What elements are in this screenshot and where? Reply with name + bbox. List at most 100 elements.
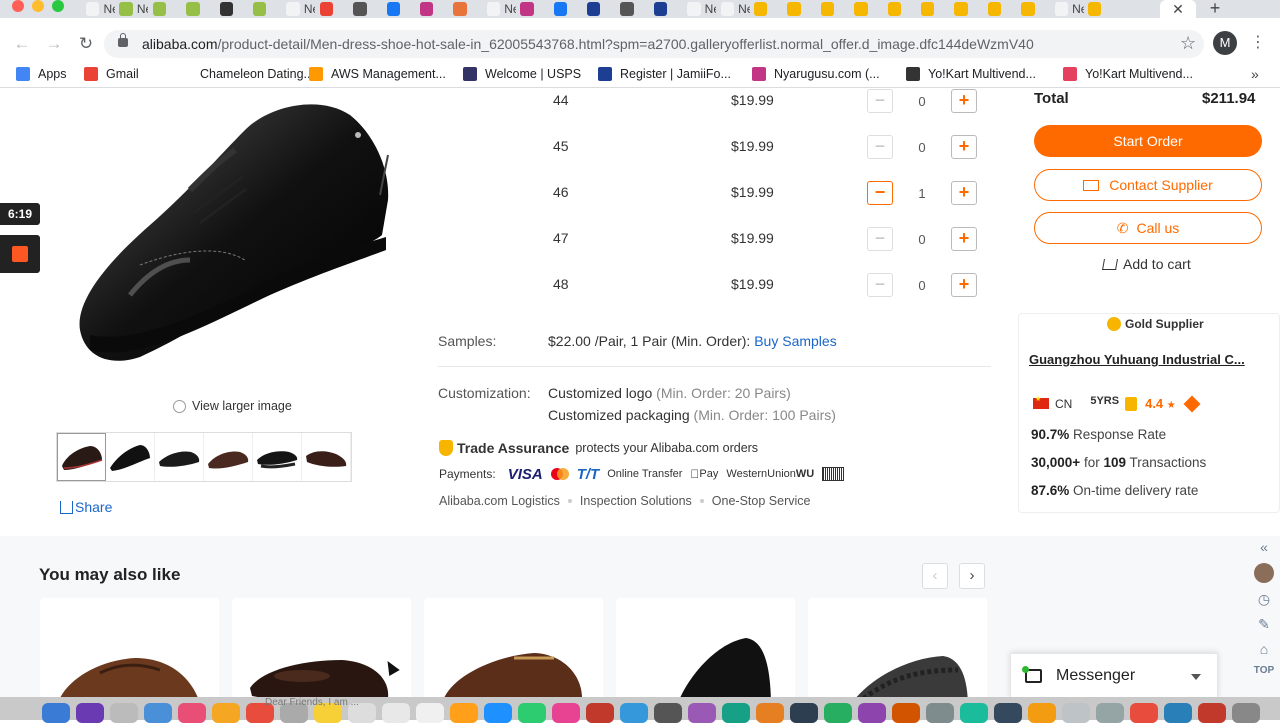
browser-tab[interactable] [383,0,416,18]
prev-arrow-icon[interactable]: ‹ [922,563,948,589]
dock-app-icon[interactable] [654,703,682,723]
bookmark-star-icon[interactable]: ☆ [1180,33,1196,54]
close-tab-icon[interactable]: ✕ [1172,1,1184,18]
increment-button[interactable]: + [951,135,977,159]
quantity-input[interactable]: 0 [893,278,951,293]
quantity-input[interactable]: 1 [893,186,951,201]
view-larger-image-link[interactable]: View larger image [173,399,292,413]
buy-samples-link[interactable]: Buy Samples [754,333,836,349]
browser-tab[interactable] [817,0,850,18]
history-icon[interactable]: ◷ [1258,591,1270,608]
bookmark-item[interactable]: Nyarugusu.com (... [752,67,880,81]
decrement-button[interactable]: − [867,89,893,113]
dock-app-icon[interactable] [892,703,920,723]
dock-app-icon[interactable] [1096,703,1124,723]
dock-app-icon[interactable] [110,703,138,723]
browser-tab[interactable] [750,0,783,18]
browser-tab[interactable] [984,0,1017,18]
dock-app-icon[interactable] [1164,703,1192,723]
browser-tab[interactable]: New [1051,0,1084,18]
address-bar[interactable]: alibaba.com/product-detail/Men-dress-sho… [104,30,1204,58]
browser-tab[interactable] [516,0,549,18]
dock-app-icon[interactable] [144,703,172,723]
browser-tab[interactable]: New [115,0,148,18]
dock-app-icon[interactable] [688,703,716,723]
browser-tab[interactable] [1017,0,1050,18]
decrement-button[interactable]: − [867,135,893,159]
cart-rail-icon[interactable]: ⌂ [1260,641,1268,657]
forward-icon[interactable]: → [44,34,64,54]
service-link[interactable]: Inspection Solutions [580,494,692,508]
bookmark-item[interactable]: Yo!Kart Multivend... [1063,67,1193,81]
recommended-product-card[interactable] [808,598,987,697]
back-to-top[interactable]: TOP [1254,665,1274,676]
dock-app-icon[interactable] [1198,703,1226,723]
bookmark-item[interactable]: Yo!Kart Multivend... [906,67,1036,81]
decrement-button[interactable]: − [867,227,893,251]
dock-app-icon[interactable] [76,703,104,723]
dock-app-icon[interactable] [926,703,954,723]
browser-tab[interactable] [316,0,349,18]
dock-app-icon[interactable] [178,703,206,723]
quantity-input[interactable]: 0 [893,94,951,109]
dock-app-icon[interactable] [382,703,410,723]
stop-recording-button[interactable] [0,235,40,273]
thumbnail[interactable] [57,433,106,481]
thumbnail[interactable] [302,433,351,481]
browser-tab[interactable] [249,0,282,18]
dock-app-icon[interactable] [1028,703,1056,723]
bookmark-item[interactable]: Welcome | USPS [463,67,581,81]
dock-app-icon[interactable] [518,703,546,723]
maximize-window-icon[interactable] [52,0,64,12]
thumbnail[interactable] [155,433,204,481]
dock-app-icon[interactable] [722,703,750,723]
trade-assurance-title[interactable]: Trade Assurance [457,440,569,456]
tab-active[interactable]: ✕ [1160,0,1196,18]
call-us-button[interactable]: ✆ Call us [1034,212,1262,244]
dock-app-icon[interactable] [858,703,886,723]
browser-tab[interactable] [449,0,482,18]
thumbnail[interactable] [253,433,302,481]
browser-tab[interactable]: New [683,0,716,18]
browser-menu-icon[interactable]: ⋮ [1250,32,1266,52]
browser-tab[interactable] [416,0,449,18]
browser-tab[interactable] [650,0,683,18]
dock-app-icon[interactable] [790,703,818,723]
service-link[interactable]: One-Stop Service [712,494,811,508]
bookmark-item[interactable]: Gmail [84,67,139,81]
browser-tab[interactable] [583,0,616,18]
supplier-name-link[interactable]: Guangzhou Yuhuang Industrial C... [1029,352,1259,367]
increment-button[interactable]: + [951,181,977,205]
increment-button[interactable]: + [951,273,977,297]
quantity-input[interactable]: 0 [893,140,951,155]
dock-app-icon[interactable] [1232,703,1260,723]
service-link[interactable]: Alibaba.com Logistics [439,494,560,508]
browser-tab[interactable]: New [717,0,750,18]
dock-app-icon[interactable] [42,703,70,723]
dock-app-icon[interactable] [416,703,444,723]
thumbnail[interactable] [106,433,155,481]
messenger-widget[interactable]: Messenger [1010,653,1218,697]
lock-icon[interactable] [118,33,128,47]
dock-app-icon[interactable] [960,703,988,723]
increment-button[interactable]: + [951,227,977,251]
bookmark-item[interactable]: Apps [16,67,67,81]
reload-icon[interactable]: ↻ [76,34,96,54]
dock-app-icon[interactable] [450,703,478,723]
browser-tab[interactable]: New [82,0,115,18]
user-avatar[interactable] [1254,563,1274,583]
new-tab-icon[interactable]: + [1206,0,1224,18]
browser-tab[interactable] [850,0,883,18]
profile-avatar[interactable]: M [1213,31,1237,55]
browser-tab[interactable] [884,0,917,18]
dock-app-icon[interactable] [552,703,580,723]
browser-tab[interactable] [550,0,583,18]
recommended-product-card[interactable] [424,598,603,697]
dock-app-icon[interactable] [1062,703,1090,723]
browser-tab[interactable]: New [483,0,516,18]
browser-tab[interactable]: New [282,0,315,18]
quantity-input[interactable]: 0 [893,232,951,247]
decrement-button[interactable]: − [867,273,893,297]
next-arrow-icon[interactable]: › [959,563,985,589]
recommended-product-card[interactable] [616,598,795,697]
